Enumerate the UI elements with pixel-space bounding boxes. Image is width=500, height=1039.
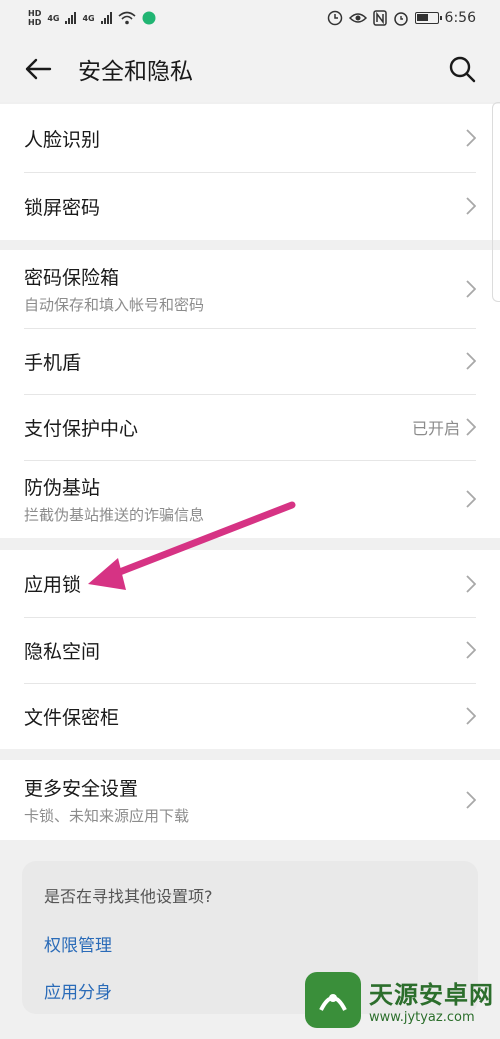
watermark-url: www.jytyaz.com	[369, 1009, 475, 1025]
watermark: 天源安卓网 www.jytyaz.com	[305, 960, 500, 1039]
watermark-logo-icon	[305, 971, 361, 1028]
annotation-arrow	[88, 501, 296, 590]
watermark-text: 天源安卓网	[369, 980, 494, 1009]
